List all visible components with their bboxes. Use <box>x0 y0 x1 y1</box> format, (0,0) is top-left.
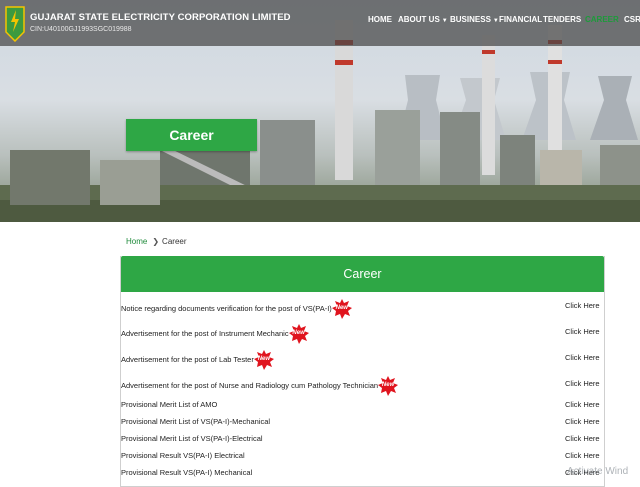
new-badge-icon: New <box>331 299 352 319</box>
click-here-link[interactable]: Click Here <box>565 417 600 426</box>
career-panel: Career Notice regarding documents verifi… <box>120 256 605 487</box>
hero-career-title: Career <box>126 119 257 151</box>
notice-link[interactable]: Advertisement for the post of Nurse and … <box>121 376 399 396</box>
hero-banner: GUJARAT STATE ELECTRICITY CORPORATION LI… <box>0 0 640 222</box>
click-here-link[interactable]: Click Here <box>565 327 600 336</box>
notice-link[interactable]: Advertisement for the post of Lab Tester… <box>121 350 274 370</box>
new-badge-icon: New <box>253 350 274 370</box>
chevron-down-icon: ▼ <box>492 18 499 24</box>
nav-career[interactable]: CAREER <box>585 15 619 24</box>
notice-link[interactable]: Provisional Result VS(PA-I) Electrical <box>121 451 245 460</box>
company-cin: CIN:U40100GJ1993SGC019988 <box>30 26 132 33</box>
click-here-link[interactable]: Click Here <box>565 353 600 362</box>
click-here-link[interactable]: Click Here <box>565 400 600 409</box>
notice-link[interactable]: Provisional Merit List of AMO <box>121 400 217 409</box>
nav-home[interactable]: HOME <box>368 15 392 24</box>
new-badge-icon: New <box>288 324 309 344</box>
panel-title: Career <box>121 256 604 292</box>
chevron-right-icon: ❯ <box>152 237 160 246</box>
nav-financial[interactable]: FINANCIAL <box>499 15 542 24</box>
click-here-link[interactable]: Click Here <box>565 434 600 443</box>
notice-link[interactable]: Notice regarding documents verification … <box>121 299 352 319</box>
breadcrumb-home-link[interactable]: Home <box>126 237 147 246</box>
nav-business[interactable]: BUSINESS ▼ <box>450 15 499 24</box>
nav-about-us[interactable]: ABOUT US ▼ <box>398 15 448 24</box>
notice-link[interactable]: Provisional Merit List of VS(PA-I)-Elect… <box>121 434 263 443</box>
breadcrumb: Home ❯ Career <box>126 237 187 246</box>
os-activation-watermark: Activate Wind <box>567 466 629 477</box>
chevron-down-icon: ▼ <box>441 18 448 24</box>
notice-link[interactable]: Advertisement for the post of Instrument… <box>121 324 309 344</box>
notice-link[interactable]: Provisional Merit List of VS(PA-I)-Mecha… <box>121 417 270 426</box>
company-name: GUJARAT STATE ELECTRICITY CORPORATION LI… <box>30 12 291 23</box>
top-navigation-bar: GUJARAT STATE ELECTRICITY CORPORATION LI… <box>0 0 640 46</box>
new-badge-icon: New <box>378 376 399 396</box>
gsecl-logo[interactable] <box>4 6 26 42</box>
nav-tenders[interactable]: TENDERS <box>543 15 581 24</box>
breadcrumb-current: Career <box>162 237 187 246</box>
nav-csr[interactable]: CSR <box>624 15 640 24</box>
notice-link[interactable]: Provisional Result VS(PA-I) Mechanical <box>121 468 252 477</box>
click-here-link[interactable]: Click Here <box>565 379 600 388</box>
click-here-link[interactable]: Click Here <box>565 451 600 460</box>
click-here-link[interactable]: Click Here <box>565 301 600 310</box>
